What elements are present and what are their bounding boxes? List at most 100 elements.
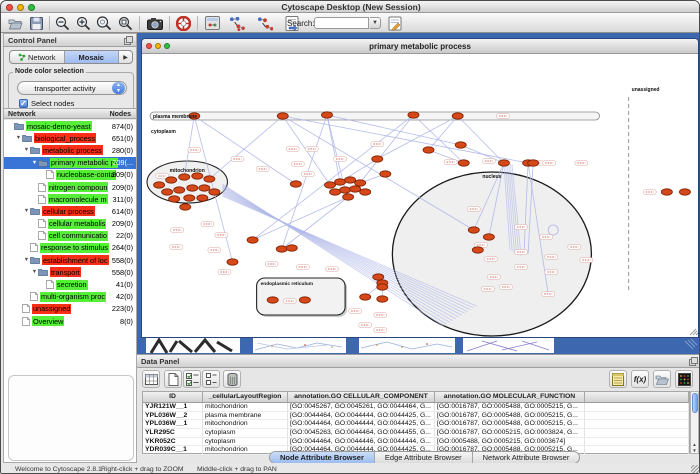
tab-overflow-arrow-icon[interactable]: ▶ <box>119 51 132 63</box>
node-color-dropdown[interactable]: transporter activity ▲▼ <box>17 81 127 95</box>
network-window-titlebar[interactable]: primary metabolic process <box>142 39 698 54</box>
select-nodes-checkbox[interactable]: ✓ <box>19 99 28 108</box>
network-merge-icon[interactable] <box>229 15 245 31</box>
open-folder-icon[interactable] <box>7 15 23 31</box>
tree-row[interactable]: ▼cellular process614(0) <box>4 205 136 217</box>
tree-row[interactable]: cell communicatio22(0) <box>4 230 136 242</box>
network-window-title: primary metabolic process <box>142 42 698 51</box>
table-cell: cytoplasm <box>203 438 288 446</box>
new-attribute-icon[interactable] <box>164 370 182 388</box>
table-cell <box>585 438 689 446</box>
tree-row[interactable]: unassigned223(0) <box>4 303 136 315</box>
import-attributes-folder-icon[interactable] <box>653 370 671 388</box>
scrollbar-thumb[interactable] <box>692 393 698 413</box>
table-column-header[interactable]: annotation.GO MOLECULAR_FUNCTION <box>435 392 585 402</box>
network-merge-alt-icon[interactable] <box>257 15 273 31</box>
delete-attribute-trash-icon[interactable] <box>223 370 241 388</box>
table-row[interactable]: YPL036W__2plasma membrane[GO:0044464, GO… <box>143 412 689 421</box>
tree-row[interactable]: mosaic-demo-yeast874(0) <box>4 120 136 132</box>
birds-eye-view[interactable] <box>8 375 134 461</box>
tab-network-attribute-browser[interactable]: Network Attribute Browser <box>473 452 580 463</box>
zoom-selected-icon[interactable] <box>96 15 112 31</box>
tree-expand-arrow-icon[interactable]: ▼ <box>23 257 30 263</box>
status-welcome: Welcome to Cytoscape 2.8.1 <box>15 466 102 473</box>
search-dropdown-arrow[interactable]: ▼ <box>370 17 381 29</box>
tree-row-count: 264(0) <box>112 243 133 252</box>
float-panel-icon[interactable] <box>124 36 133 45</box>
tree-row-count: 209(0) <box>112 170 133 179</box>
tab-edge-attribute-browser[interactable]: Edge Attribute Browser <box>375 452 473 463</box>
scrollbar-arrows[interactable]: ▲▼ <box>691 442 698 453</box>
tree-row[interactable]: ▼metabolic process280(0) <box>4 144 136 156</box>
unselect-attributes-icon[interactable] <box>202 370 220 388</box>
tree-row[interactable]: ▼biological_process651(0) <box>4 132 136 144</box>
table-column-header[interactable]: ID <box>143 392 203 402</box>
tree-row[interactable]: response to stimulus264(0) <box>4 242 136 254</box>
tree-row[interactable]: ▼transport558(0) <box>4 266 136 278</box>
tree-expand-arrow-icon[interactable]: ▼ <box>15 135 22 141</box>
zoom-in-icon[interactable] <box>75 15 91 31</box>
tree-col-nodes: Nodes <box>110 111 131 118</box>
tree-row-count: 209(0) <box>112 183 133 192</box>
tree-expand-arrow-icon[interactable]: ▼ <box>23 208 30 214</box>
tree-row[interactable]: nucleobase-contain209(0) <box>4 169 136 181</box>
tree-row[interactable]: nitrogen compoun209(0) <box>4 181 136 193</box>
cytopanel-icon[interactable] <box>204 15 220 31</box>
file-icon <box>38 183 46 192</box>
network-view-window[interactable]: primary metabolic process plasma membran… <box>141 38 699 338</box>
search-input[interactable] <box>314 17 369 29</box>
tree-row[interactable]: secretion41(0) <box>4 278 136 290</box>
zoom-out-icon[interactable] <box>54 15 70 31</box>
tree-expand-arrow-icon[interactable]: ▼ <box>23 147 30 153</box>
resize-grip[interactable] <box>691 465 700 474</box>
table-cell <box>585 446 689 454</box>
data-panel-title: Data Panel <box>141 357 179 366</box>
table-cell: [GO:0016787, GO:0005488, GO:0005215, G..… <box>435 412 585 420</box>
table-row[interactable]: YKR052Ccytoplasm[GO:0044464, GO:0044446,… <box>143 438 689 447</box>
tree-col-network: Network <box>8 111 36 118</box>
tree-row[interactable]: cellular metabolis209(0) <box>4 218 136 230</box>
zoom-fit-icon[interactable] <box>117 15 133 31</box>
file-icon <box>22 317 30 326</box>
table-row[interactable]: YPL036W__1mitochondrion[GO:0044464, GO:0… <box>143 420 689 429</box>
attribute-table-icon[interactable] <box>142 370 160 388</box>
tab-network[interactable]: Network <box>10 51 65 63</box>
attribute-matrix-icon[interactable] <box>675 370 693 388</box>
folder-icon <box>14 122 24 130</box>
attribute-editor-icon[interactable] <box>387 15 403 31</box>
tree-expand-arrow-icon[interactable]: ▼ <box>31 160 38 166</box>
tree-row[interactable]: macromolecule m311(0) <box>4 193 136 205</box>
tree-row[interactable]: ▼primary metabolic proc209(... <box>4 157 136 169</box>
network-canvas[interactable]: plasma membranecytoplasmmitochondrionnuc… <box>142 54 698 337</box>
tab-node-attribute-browser[interactable]: Node Attribute Browser <box>270 452 375 463</box>
table-cell: YLR295C <box>143 429 203 437</box>
table-column-header[interactable] <box>585 392 689 402</box>
float-data-panel-icon[interactable] <box>689 357 698 366</box>
table-cell: [GO:0016787, GO:0005488, GO:0005215, G..… <box>435 420 585 428</box>
notepad-icon[interactable] <box>609 370 627 388</box>
function-builder-icon[interactable]: f(x) <box>631 370 649 388</box>
tab-mosaic[interactable]: Mosaic <box>65 51 120 63</box>
tree-expand-arrow-icon[interactable]: ▼ <box>31 269 38 275</box>
network-tab-icon <box>18 53 26 61</box>
table-column-header[interactable]: _cellularLayoutRegion <box>203 392 288 402</box>
search-label: Search: <box>287 19 315 28</box>
status-hint-pan: Middle-click + drag to PAN <box>197 466 277 473</box>
table-scrollbar[interactable]: ▲▼ <box>690 391 699 454</box>
tree-row[interactable]: ▼establishment of loc558(0) <box>4 254 136 266</box>
help-lifering-icon[interactable] <box>175 15 191 31</box>
main-toolbar: Search: ▼ <box>1 13 700 33</box>
save-icon[interactable] <box>28 15 44 31</box>
tree-row[interactable]: multi-organism proc42(0) <box>4 291 136 303</box>
background-windows-sliver[interactable] <box>137 338 700 354</box>
snapshot-camera-icon[interactable] <box>147 15 163 31</box>
table-row[interactable]: YJR121W__1mitochondrion[GO:0045267, GO:0… <box>143 403 689 412</box>
table-row[interactable]: YLR295Ccytoplasm[GO:0045263, GO:0044464,… <box>143 429 689 438</box>
attribute-table[interactable]: ID_cellularLayoutRegionannotation.GO CEL… <box>142 391 690 454</box>
data-panel-toolbar: f(x) <box>137 367 700 391</box>
node-color-selection-group: Node color selection transporter activit… <box>8 72 134 112</box>
select-attributes-icon[interactable] <box>183 370 201 388</box>
table-column-header[interactable]: annotation.GO CELLULAR_COMPONENT <box>288 392 435 402</box>
table-cell: [GO:0016787, GO:0005215, GO:0003824, G..… <box>435 429 585 437</box>
tree-row[interactable]: Overview8(0) <box>4 315 136 327</box>
